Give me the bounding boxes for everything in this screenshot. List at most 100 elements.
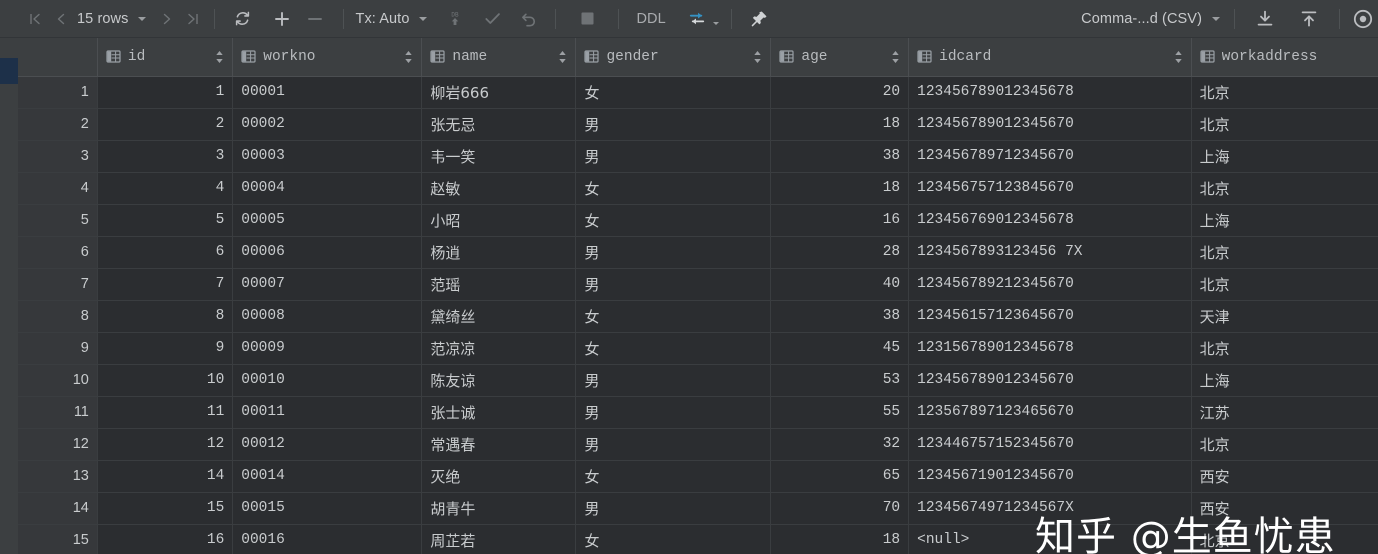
cell-id[interactable]: 3	[97, 140, 232, 172]
sort-toggle-icon[interactable]	[747, 50, 762, 64]
cell-idcard[interactable]: 123456789212345670	[909, 268, 1191, 300]
cell-gender[interactable]: 男	[576, 236, 771, 268]
cell-idcard[interactable]: 123456789012345670	[909, 108, 1191, 140]
row-number-cell[interactable]: 2	[18, 108, 97, 140]
cell-name[interactable]: 赵敏	[422, 172, 576, 204]
cell-gender[interactable]: 女	[576, 172, 771, 204]
format-chevron-down-icon[interactable]	[1212, 17, 1220, 21]
pin-icon[interactable]	[746, 5, 773, 33]
previous-page-icon[interactable]	[48, 5, 74, 33]
table-row[interactable]: 4400004赵敏女18123456757123845670北京2009-12-…	[18, 172, 1378, 204]
cell-name[interactable]: 韦一笑	[422, 140, 576, 172]
table-row[interactable]: 1100001柳岩666女20123456789012345678北京2000-…	[18, 76, 1378, 108]
cell-workno[interactable]: 00016	[233, 524, 422, 554]
sort-toggle-icon[interactable]	[1168, 50, 1183, 64]
data-sheet[interactable]: idworknonamegenderageidcardworkaddressen…	[18, 38, 1378, 554]
cell-workno[interactable]: 00004	[233, 172, 422, 204]
cell-id[interactable]: 2	[97, 108, 232, 140]
next-page-icon[interactable]	[154, 5, 180, 33]
cell-age[interactable]: 38	[771, 300, 909, 332]
add-row-icon[interactable]	[269, 5, 295, 33]
table-row[interactable]: 8800008黛绮丝女38123456157123645670天津2015-05…	[18, 300, 1378, 332]
cell-gender[interactable]: 男	[576, 108, 771, 140]
cell-name[interactable]: 张士诚	[422, 396, 576, 428]
table-row[interactable]: 6600006杨逍男281234567893123456 7X北京2006-01…	[18, 236, 1378, 268]
cell-workaddress[interactable]: 江苏	[1191, 396, 1378, 428]
commit-checkmark-icon[interactable]	[479, 5, 506, 33]
cell-id[interactable]: 8	[97, 300, 232, 332]
cell-age[interactable]: 70	[771, 492, 909, 524]
first-page-icon[interactable]	[22, 5, 48, 33]
cell-idcard[interactable]: 1234567893123456 7X	[909, 236, 1191, 268]
cell-gender[interactable]: 男	[576, 364, 771, 396]
cell-age[interactable]: 18	[771, 172, 909, 204]
table-row[interactable]: 101000010陈友谅男53123456789012345670上海2011-…	[18, 364, 1378, 396]
cell-gender[interactable]: 男	[576, 268, 771, 300]
sort-toggle-icon[interactable]	[398, 50, 413, 64]
cell-gender[interactable]: 男	[576, 492, 771, 524]
column-header-idcard[interactable]: idcard	[909, 38, 1191, 76]
row-selection-strip[interactable]	[0, 38, 18, 554]
table-row[interactable]: 151600016周芷若女18<null>北京2012-06-01	[18, 524, 1378, 554]
table-row[interactable]: 5500005小昭女16123456769012345678上海2007-07-…	[18, 204, 1378, 236]
cell-idcard[interactable]: 123456769012345678	[909, 204, 1191, 236]
cell-id[interactable]: 16	[97, 524, 232, 554]
transaction-mode-label[interactable]: Tx: Auto	[352, 11, 412, 27]
cell-gender[interactable]: 男	[576, 396, 771, 428]
table-row[interactable]: 111100011张士诚男55123567897123465670江苏2015-…	[18, 396, 1378, 428]
row-number-cell[interactable]: 15	[18, 524, 97, 554]
cell-workaddress[interactable]: 北京	[1191, 172, 1378, 204]
download-icon[interactable]	[1251, 5, 1279, 33]
db-upload-icon[interactable]: DB	[441, 5, 469, 33]
cell-workaddress[interactable]: 北京	[1191, 428, 1378, 460]
row-number-cell[interactable]: 14	[18, 492, 97, 524]
cell-workno[interactable]: 00007	[233, 268, 422, 300]
cell-name[interactable]: 张无忌	[422, 108, 576, 140]
cell-workaddress[interactable]: 北京	[1191, 236, 1378, 268]
cell-id[interactable]: 12	[97, 428, 232, 460]
cell-workaddress[interactable]: 上海	[1191, 364, 1378, 396]
cell-name[interactable]: 灭绝	[422, 460, 576, 492]
cell-workno[interactable]: 00001	[233, 76, 422, 108]
table-row[interactable]: 2200002张无忌男18123456789012345670北京2005-09…	[18, 108, 1378, 140]
cell-idcard[interactable]: 123456789012345678	[909, 76, 1191, 108]
cell-gender[interactable]: 女	[576, 300, 771, 332]
cell-workno[interactable]: 00012	[233, 428, 422, 460]
table-row[interactable]: 131400014灭绝女65123456719012345670西安2019-0…	[18, 460, 1378, 492]
cell-id[interactable]: 10	[97, 364, 232, 396]
cell-age[interactable]: 40	[771, 268, 909, 300]
cell-age[interactable]: 32	[771, 428, 909, 460]
cell-name[interactable]: 杨逍	[422, 236, 576, 268]
row-number-cell[interactable]: 8	[18, 300, 97, 332]
row-number-cell[interactable]: 13	[18, 460, 97, 492]
row-number-cell[interactable]: 12	[18, 428, 97, 460]
transfer-chevron-down-icon[interactable]	[713, 22, 719, 25]
cell-gender[interactable]: 女	[576, 460, 771, 492]
column-header-age[interactable]: age	[771, 38, 909, 76]
cell-gender[interactable]: 女	[576, 76, 771, 108]
table-row[interactable]: 7700007范瑶男40123456789212345670北京2005-05-…	[18, 268, 1378, 300]
cell-gender[interactable]: 女	[576, 332, 771, 364]
cell-workaddress[interactable]: 北京	[1191, 332, 1378, 364]
cell-id[interactable]: 4	[97, 172, 232, 204]
cell-id[interactable]: 1	[97, 76, 232, 108]
cell-workaddress[interactable]: 西安	[1191, 492, 1378, 524]
cell-id[interactable]: 14	[97, 460, 232, 492]
cell-gender[interactable]: 男	[576, 428, 771, 460]
data-transfer-icon[interactable]	[683, 5, 712, 33]
view-options-icon[interactable]	[1348, 5, 1374, 33]
row-number-cell[interactable]: 1	[18, 76, 97, 108]
cell-idcard[interactable]: 123446757152345670	[909, 428, 1191, 460]
cell-idcard[interactable]: 12345674971234567X	[909, 492, 1191, 524]
column-header-name[interactable]: name	[422, 38, 576, 76]
cell-age[interactable]: 53	[771, 364, 909, 396]
cell-name[interactable]: 范瑶	[422, 268, 576, 300]
cell-id[interactable]: 9	[97, 332, 232, 364]
cell-workaddress[interactable]: 西安	[1191, 460, 1378, 492]
table-row[interactable]: 3300003韦一笑男38123456789712345670上海2005-08…	[18, 140, 1378, 172]
delete-row-icon[interactable]	[302, 5, 328, 33]
cell-workno[interactable]: 00014	[233, 460, 422, 492]
cell-workaddress[interactable]: 北京	[1191, 268, 1378, 300]
cell-workaddress[interactable]: 北京	[1191, 524, 1378, 554]
cell-workno[interactable]: 00006	[233, 236, 422, 268]
